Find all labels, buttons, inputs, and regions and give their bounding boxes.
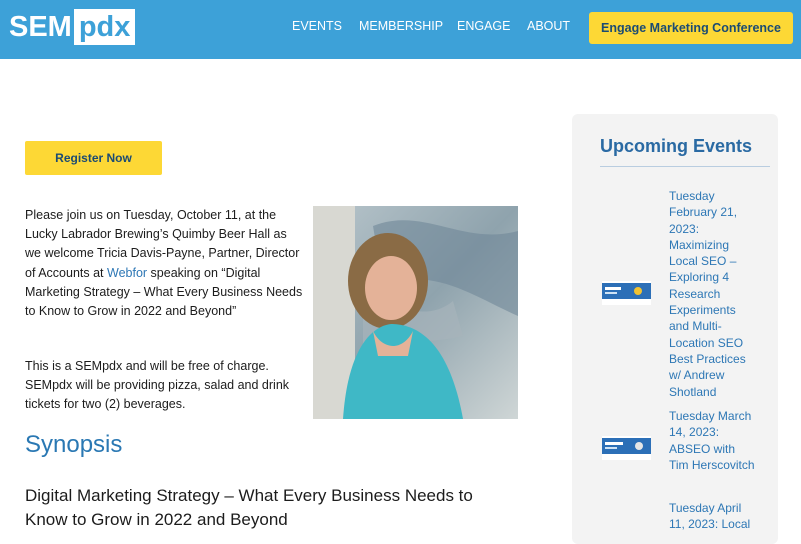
sempdx-logo[interactable]: SEM pdx xyxy=(9,9,136,45)
register-now-button[interactable]: Register Now xyxy=(25,141,162,175)
event-thumbnail[interactable] xyxy=(602,436,651,460)
synopsis-heading: Synopsis xyxy=(25,431,123,458)
event-intro-paragraph: Please join us on Tuesday, October 11, a… xyxy=(25,206,305,321)
event-details-paragraph: This is a SEMpdx and will be free of cha… xyxy=(25,359,290,412)
engage-conference-button[interactable]: Engage Marketing Conference xyxy=(589,12,793,44)
event-link[interactable]: Tuesday March 14, 2023: ABSEO with Tim H… xyxy=(669,408,757,473)
speaker-photo xyxy=(313,206,518,419)
event-link[interactable]: Tuesday February 21, 2023: Maximizing Lo… xyxy=(669,188,757,400)
site-header: SEM pdx EVENTS MEMBERSHIP ENGAGE ABOUT E… xyxy=(0,0,801,59)
logo-pdx-text: pdx xyxy=(73,9,136,45)
nav-events[interactable]: EVENTS xyxy=(292,19,342,33)
event-link[interactable]: Tuesday April 11, 2023: Local xyxy=(669,500,757,533)
logo-sem-text: SEM xyxy=(9,11,72,43)
nav-engage[interactable]: ENGAGE xyxy=(457,19,511,33)
nav-membership[interactable]: MEMBERSHIP xyxy=(359,19,443,33)
webfor-link[interactable]: Webfor xyxy=(107,266,147,280)
event-thumbnail[interactable] xyxy=(602,281,651,305)
talk-title-heading: Digital Marketing Strategy – What Every … xyxy=(25,486,473,529)
sidebar-divider xyxy=(600,166,770,167)
nav-about[interactable]: ABOUT xyxy=(527,19,570,33)
upcoming-events-title: Upcoming Events xyxy=(600,136,753,156)
